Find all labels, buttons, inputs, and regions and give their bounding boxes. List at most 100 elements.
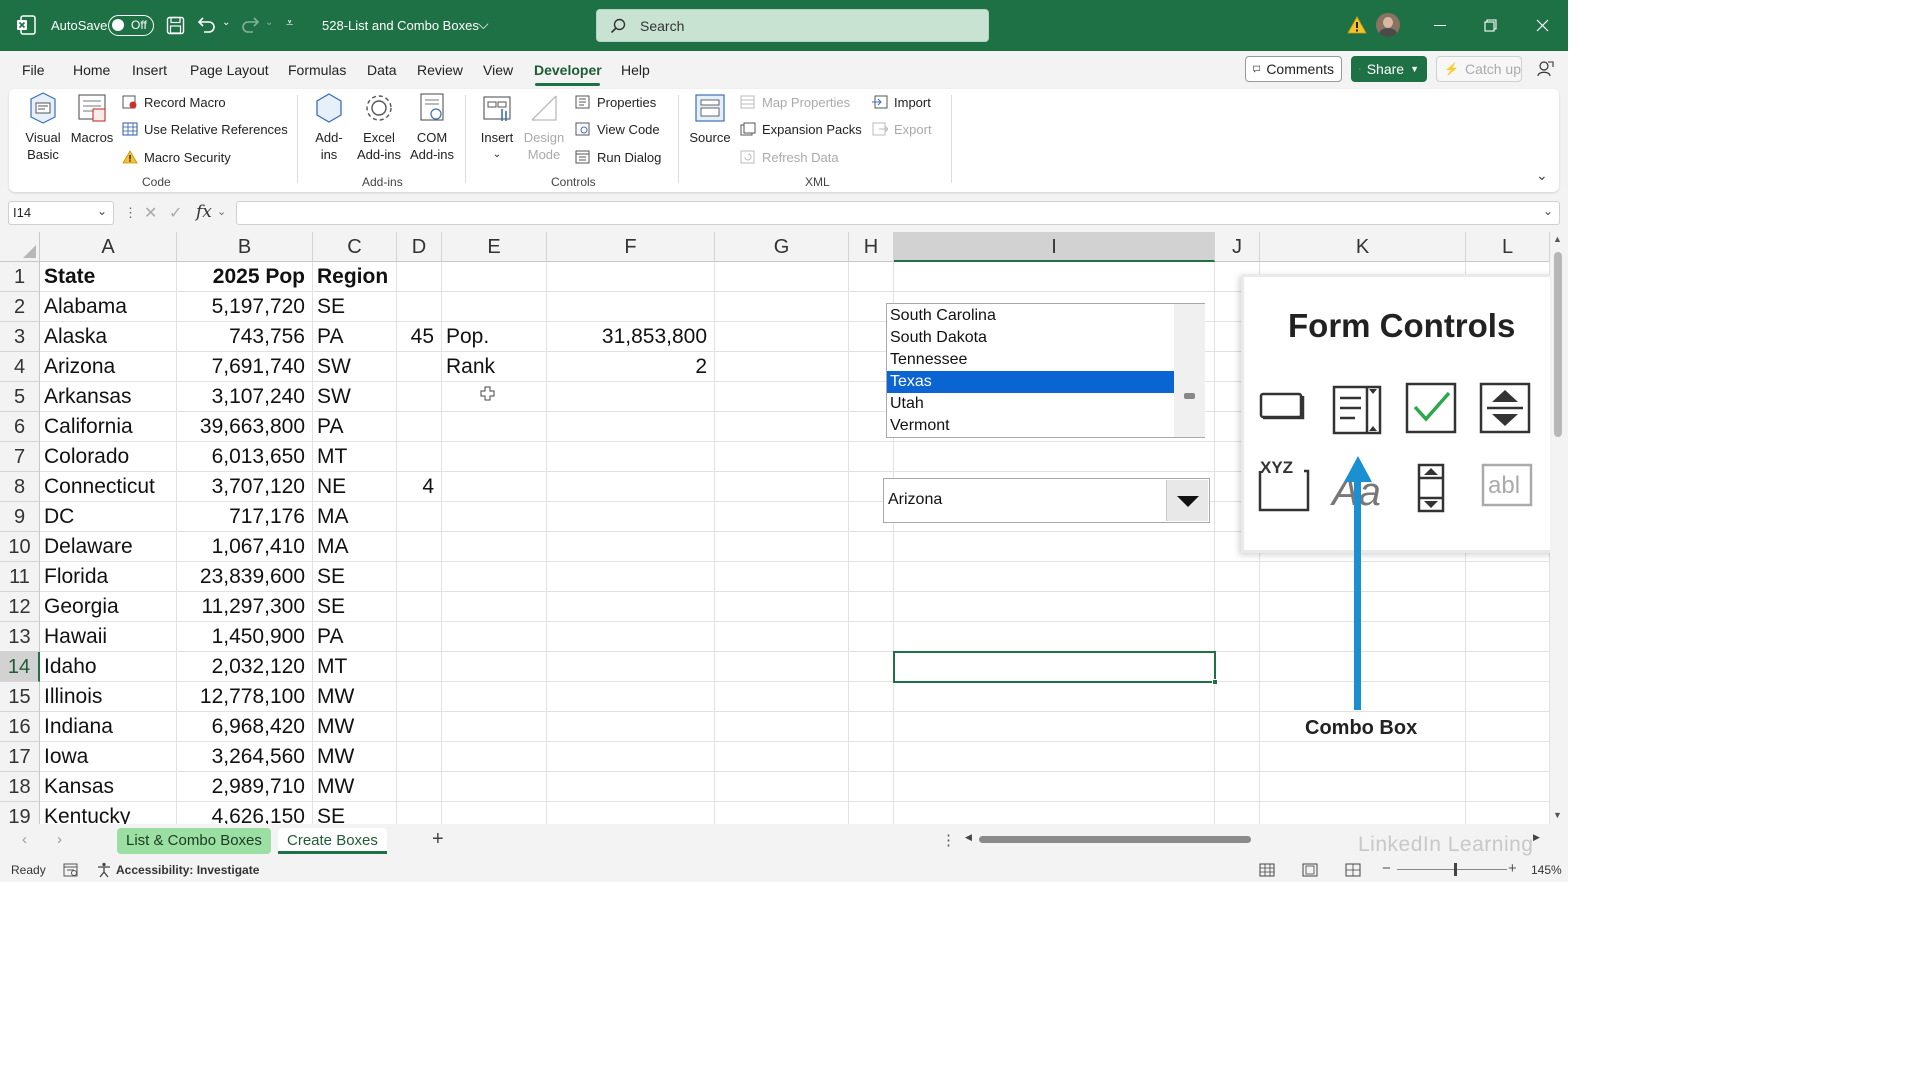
- page-break-preview-icon[interactable]: [1345, 863, 1361, 877]
- scroll-down-icon[interactable]: ▼: [1553, 810, 1562, 820]
- refresh-data-button[interactable]: Refresh Data: [740, 150, 839, 165]
- view-code-button[interactable]: View Code: [575, 122, 660, 137]
- row-header-8[interactable]: 8: [0, 472, 40, 502]
- normal-view-icon[interactable]: [1259, 863, 1275, 877]
- redo-icon[interactable]: [240, 16, 260, 34]
- excel-add-ins-button[interactable]: Excel Add-ins: [354, 91, 404, 163]
- zoom-out-icon[interactable]: −: [1382, 860, 1391, 877]
- zoom-in-icon[interactable]: +: [1508, 860, 1517, 877]
- column-header-d[interactable]: D: [397, 232, 442, 262]
- zoom-slider-track[interactable]: [1397, 869, 1507, 870]
- undo-icon[interactable]: [197, 16, 217, 34]
- function-dropdown-icon[interactable]: ⌄: [217, 205, 226, 218]
- row-header-6[interactable]: 6: [0, 412, 40, 442]
- row-header-5[interactable]: 5: [0, 382, 40, 412]
- insert-control-button[interactable]: Insert ⌄: [475, 91, 519, 163]
- comments-button[interactable]: Comments: [1245, 56, 1342, 82]
- undo-dropdown-icon[interactable]: ⌄: [222, 17, 230, 28]
- row-header-16[interactable]: 16: [0, 712, 40, 742]
- tab-view[interactable]: View: [483, 62, 513, 78]
- scroll-left-icon[interactable]: ◀: [965, 832, 972, 843]
- row-header-1[interactable]: 1: [0, 262, 40, 292]
- sheet-options-icon[interactable]: ⋮: [941, 831, 956, 849]
- export-button[interactable]: Export: [872, 122, 932, 137]
- formula-bar-options-icon[interactable]: ⋮: [124, 205, 137, 221]
- list-box-item[interactable]: Tennessee: [887, 349, 1174, 371]
- accessibility-icon[interactable]: [96, 862, 112, 878]
- row-header-17[interactable]: 17: [0, 742, 40, 772]
- user-avatar[interactable]: [1376, 13, 1400, 37]
- row-header-12[interactable]: 12: [0, 592, 40, 622]
- macros-button[interactable]: Macros: [69, 91, 115, 146]
- sheet-tab-create-boxes[interactable]: Create Boxes: [278, 828, 387, 854]
- add-sheet-icon[interactable]: +: [432, 828, 444, 851]
- row-header-19[interactable]: 19: [0, 802, 40, 824]
- list-box-scrollbar[interactable]: [1174, 304, 1205, 437]
- list-box-item[interactable]: South Carolina: [887, 305, 1174, 327]
- zoom-slider-thumb[interactable]: [1454, 863, 1457, 876]
- cancel-entry-icon[interactable]: ✕: [144, 203, 157, 223]
- restore-icon[interactable]: [1484, 19, 1497, 32]
- tab-data[interactable]: Data: [367, 62, 397, 78]
- states-combo-box[interactable]: Arizona: [883, 478, 1210, 523]
- tab-page-layout[interactable]: Page Layout: [190, 62, 269, 78]
- vertical-scroll-thumb[interactable]: [1554, 252, 1562, 437]
- row-header-18[interactable]: 18: [0, 772, 40, 802]
- list-box-item[interactable]: Texas: [887, 371, 1174, 393]
- source-button[interactable]: Source: [687, 91, 733, 146]
- com-add-ins-button[interactable]: COM Add-ins: [407, 91, 457, 163]
- collapse-ribbon-icon[interactable]: ⌄: [1536, 167, 1548, 184]
- column-header-j[interactable]: J: [1215, 232, 1260, 262]
- row-header-13[interactable]: 13: [0, 622, 40, 652]
- record-macro-button[interactable]: Record Macro: [122, 95, 226, 110]
- column-header-f[interactable]: F: [547, 232, 715, 262]
- scroll-up-icon[interactable]: ▲: [1553, 234, 1562, 244]
- file-name[interactable]: 528-List and Combo Boxes: [322, 18, 479, 33]
- row-header-14[interactable]: 14: [0, 652, 40, 682]
- minimize-icon[interactable]: [1434, 25, 1446, 26]
- column-header-i[interactable]: I: [894, 232, 1215, 262]
- import-button[interactable]: Import: [872, 95, 931, 110]
- row-header-4[interactable]: 4: [0, 352, 40, 382]
- column-header-c[interactable]: C: [313, 232, 397, 262]
- visual-basic-button[interactable]: Visual Basic: [19, 91, 67, 163]
- horizontal-scroll-thumb[interactable]: [979, 836, 1251, 843]
- accessibility-status[interactable]: Accessibility: Investigate: [116, 863, 259, 877]
- row-header-11[interactable]: 11: [0, 562, 40, 592]
- design-mode-button[interactable]: Design Mode: [521, 91, 567, 163]
- map-properties-button[interactable]: Map Properties: [740, 95, 850, 110]
- row-header-9[interactable]: 9: [0, 502, 40, 532]
- properties-button[interactable]: Properties: [575, 95, 656, 110]
- list-box-item[interactable]: Utah: [887, 393, 1174, 415]
- save-icon[interactable]: [166, 16, 185, 35]
- column-header-b[interactable]: B: [177, 232, 313, 262]
- tab-review[interactable]: Review: [417, 62, 463, 78]
- run-dialog-button[interactable]: Run Dialog: [575, 150, 661, 165]
- page-layout-view-icon[interactable]: [1302, 863, 1318, 877]
- combo-box-dropdown-button[interactable]: [1166, 480, 1208, 521]
- column-header-h[interactable]: H: [849, 232, 894, 262]
- row-header-2[interactable]: 2: [0, 292, 40, 322]
- row-header-15[interactable]: 15: [0, 682, 40, 712]
- prev-sheet-icon[interactable]: ‹: [22, 831, 27, 848]
- warning-icon[interactable]: [1347, 16, 1367, 34]
- search-box[interactable]: Search: [596, 9, 989, 42]
- tab-file[interactable]: File: [22, 62, 45, 78]
- column-header-a[interactable]: A: [40, 232, 177, 262]
- list-box-scroll-thumb[interactable]: [1184, 393, 1195, 399]
- states-list-box[interactable]: South Carolina South Dakota Tennessee Texas…: [886, 303, 1205, 438]
- share-button[interactable]: Share ▼: [1351, 56, 1427, 82]
- close-icon[interactable]: [1536, 19, 1549, 32]
- row-header-10[interactable]: 10: [0, 532, 40, 562]
- row-header-7[interactable]: 7: [0, 442, 40, 472]
- row-header-3[interactable]: 3: [0, 322, 40, 352]
- expansion-packs-button[interactable]: Expansion Packs: [740, 122, 862, 137]
- use-relative-references-button[interactable]: Use Relative References: [122, 122, 288, 137]
- column-header-l[interactable]: L: [1466, 232, 1550, 262]
- tab-developer[interactable]: Developer: [534, 62, 602, 78]
- name-box[interactable]: I14 ⌄: [8, 201, 114, 225]
- formula-input[interactable]: ⌄: [236, 201, 1560, 225]
- expand-formula-bar-icon[interactable]: ⌄: [1543, 204, 1553, 218]
- vertical-scrollbar[interactable]: ▲ ▼: [1550, 232, 1568, 824]
- autosave-toggle[interactable]: Off: [108, 15, 154, 36]
